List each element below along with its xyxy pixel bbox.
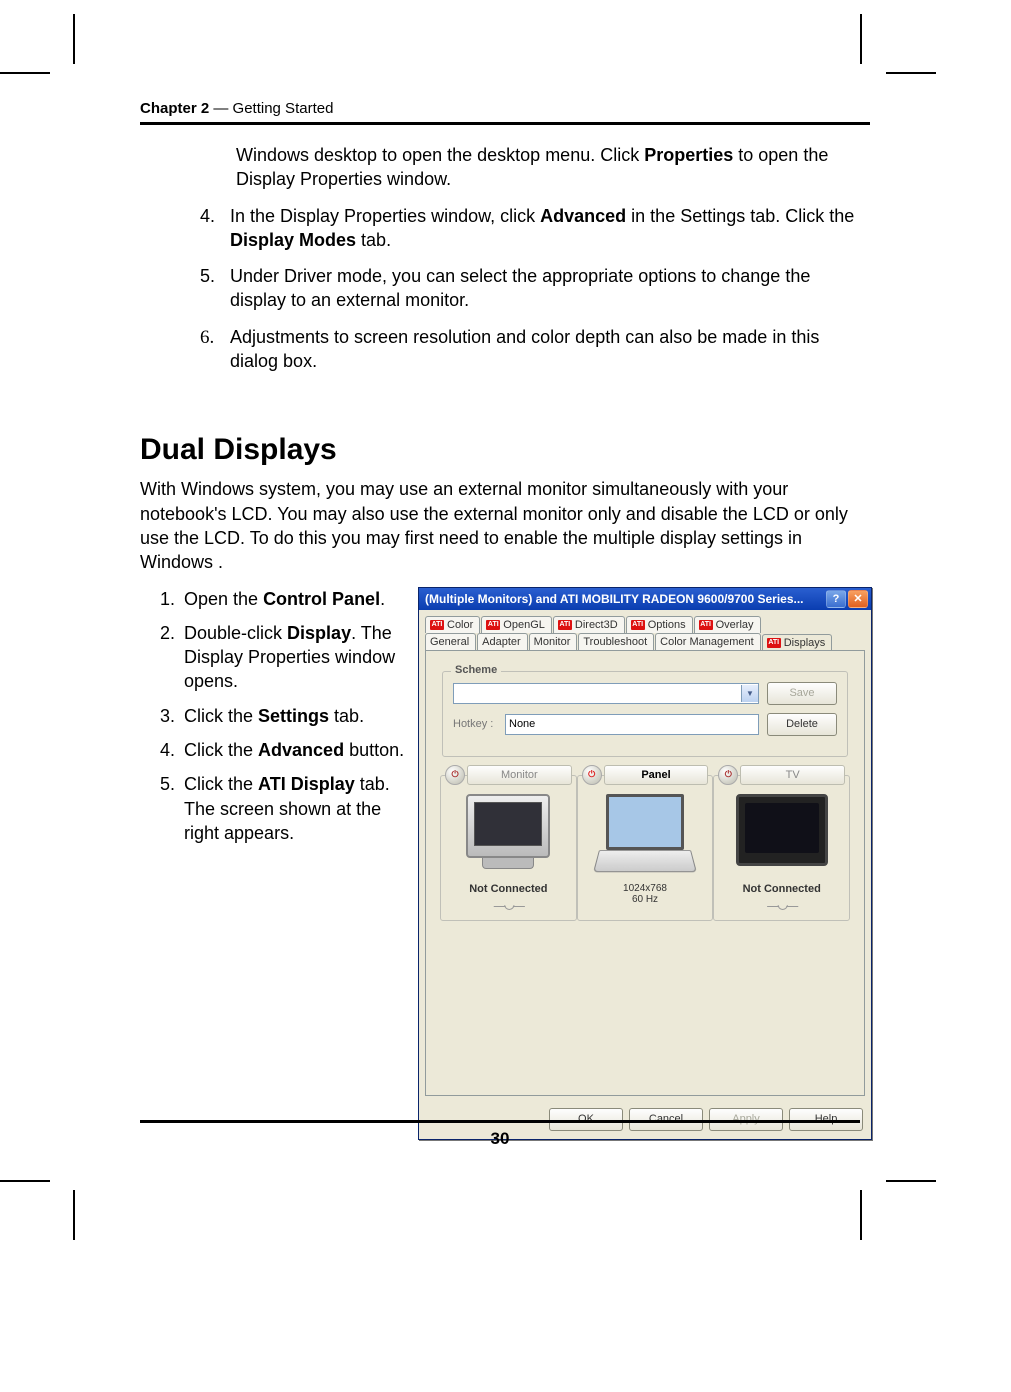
power-icon[interactable]: ⏻ (582, 765, 602, 785)
status-text: Not Connected (445, 883, 572, 895)
ati-icon: ATI (430, 620, 444, 630)
hotkey-field[interactable]: None (505, 714, 759, 735)
display-label-button[interactable]: TV (740, 765, 845, 785)
tab-general[interactable]: General (425, 633, 476, 650)
list-item: 3. Click the Settings tab. (160, 704, 410, 728)
resolution-text: 1024x768 (582, 883, 709, 894)
toggle-icon[interactable]: ⎯⎯◡⎯⎯ (718, 897, 845, 914)
scheme-legend: Scheme (451, 664, 501, 676)
display-card-tv: ⏻ TV Not Connected ⎯⎯◡⎯⎯ (713, 775, 850, 921)
hotkey-value: None (509, 718, 535, 730)
display-label-button[interactable]: Panel (604, 765, 709, 785)
running-head: Chapter 2 — Getting Started (140, 100, 870, 125)
chapter-title: Getting Started (233, 100, 334, 117)
help-button[interactable]: ? (826, 590, 846, 608)
section-heading: Dual Displays (140, 433, 870, 467)
chevron-down-icon: ▼ (741, 685, 758, 702)
scheme-group: Scheme ▼ Save Hotkey : (442, 671, 848, 757)
tab-color-management[interactable]: Color Management (655, 633, 761, 650)
display-card-panel: ⏻ Panel 1024x768 60 Hz (577, 775, 714, 921)
ati-icon: ATI (486, 620, 500, 630)
ati-icon: ATI (767, 638, 781, 648)
delete-button[interactable]: Delete (767, 713, 837, 736)
scheme-combo[interactable]: ▼ (453, 683, 759, 704)
display-card-monitor: ⏻ Monitor Not Connected ⎯⎯◡⎯⎯ (440, 775, 577, 921)
status-text: Not Connected (718, 883, 845, 895)
ati-icon: ATI (558, 620, 572, 630)
laptop-icon (590, 794, 700, 879)
tab-color[interactable]: ATIColor (425, 616, 480, 633)
hotkey-label: Hotkey : (453, 718, 505, 730)
monitor-icon (453, 794, 563, 879)
chapter-label: Chapter 2 (140, 100, 209, 117)
power-icon[interactable]: ⏻ (445, 765, 465, 785)
tab-displays[interactable]: ATIDisplays (762, 634, 833, 651)
list-item: 6. Adjustments to screen resolution and … (200, 325, 870, 374)
dialog-title: (Multiple Monitors) and ATI MOBILITY RAD… (425, 592, 824, 606)
close-button[interactable]: ✕ (848, 590, 868, 608)
display-label-button[interactable]: Monitor (467, 765, 572, 785)
display-properties-dialog: (Multiple Monitors) and ATI MOBILITY RAD… (418, 587, 872, 1140)
list-item: 1. Open the Control Panel. (160, 587, 410, 611)
tabs-row-1: ATIColor ATIOpenGL ATIDirect3D ATIOption… (425, 616, 865, 633)
tab-panel-displays: Scheme ▼ Save Hotkey : (425, 650, 865, 1096)
tab-troubleshoot[interactable]: Troubleshoot (578, 633, 654, 650)
ati-icon: ATI (631, 620, 645, 630)
list-item: 5. Under Driver mode, you can select the… (200, 264, 870, 313)
section-intro: With Windows system, you may use an exte… (140, 477, 870, 574)
tab-direct3d[interactable]: ATIDirect3D (553, 616, 625, 633)
tabs-row-2: General Adapter Monitor Troubleshoot Col… (425, 633, 865, 650)
dialog-titlebar[interactable]: (Multiple Monitors) and ATI MOBILITY RAD… (419, 588, 871, 610)
list-item: 4. Click the Advanced button. (160, 738, 410, 762)
ati-icon: ATI (699, 620, 713, 630)
tab-monitor[interactable]: Monitor (529, 633, 578, 650)
tab-adapter[interactable]: Adapter (477, 633, 528, 650)
list-item: 4. In the Display Properties window, cli… (200, 204, 870, 253)
tab-opengl[interactable]: ATIOpenGL (481, 616, 552, 633)
toggle-icon[interactable]: ⎯⎯◡⎯⎯ (445, 897, 572, 914)
tv-icon (727, 794, 837, 879)
page-number: 30 (140, 1120, 860, 1149)
tab-overlay[interactable]: ATIOverlay (694, 616, 761, 633)
refresh-text: 60 Hz (582, 894, 709, 905)
list-item: 5. Click the ATI Display tab. The screen… (160, 772, 410, 845)
list-item: 2. Double-click Display. The Display Pro… (160, 621, 410, 694)
save-button[interactable]: Save (767, 682, 837, 705)
power-icon[interactable]: ⏻ (718, 765, 738, 785)
continued-paragraph: Windows desktop to open the desktop menu… (236, 143, 870, 192)
tab-options[interactable]: ATIOptions (626, 616, 693, 633)
